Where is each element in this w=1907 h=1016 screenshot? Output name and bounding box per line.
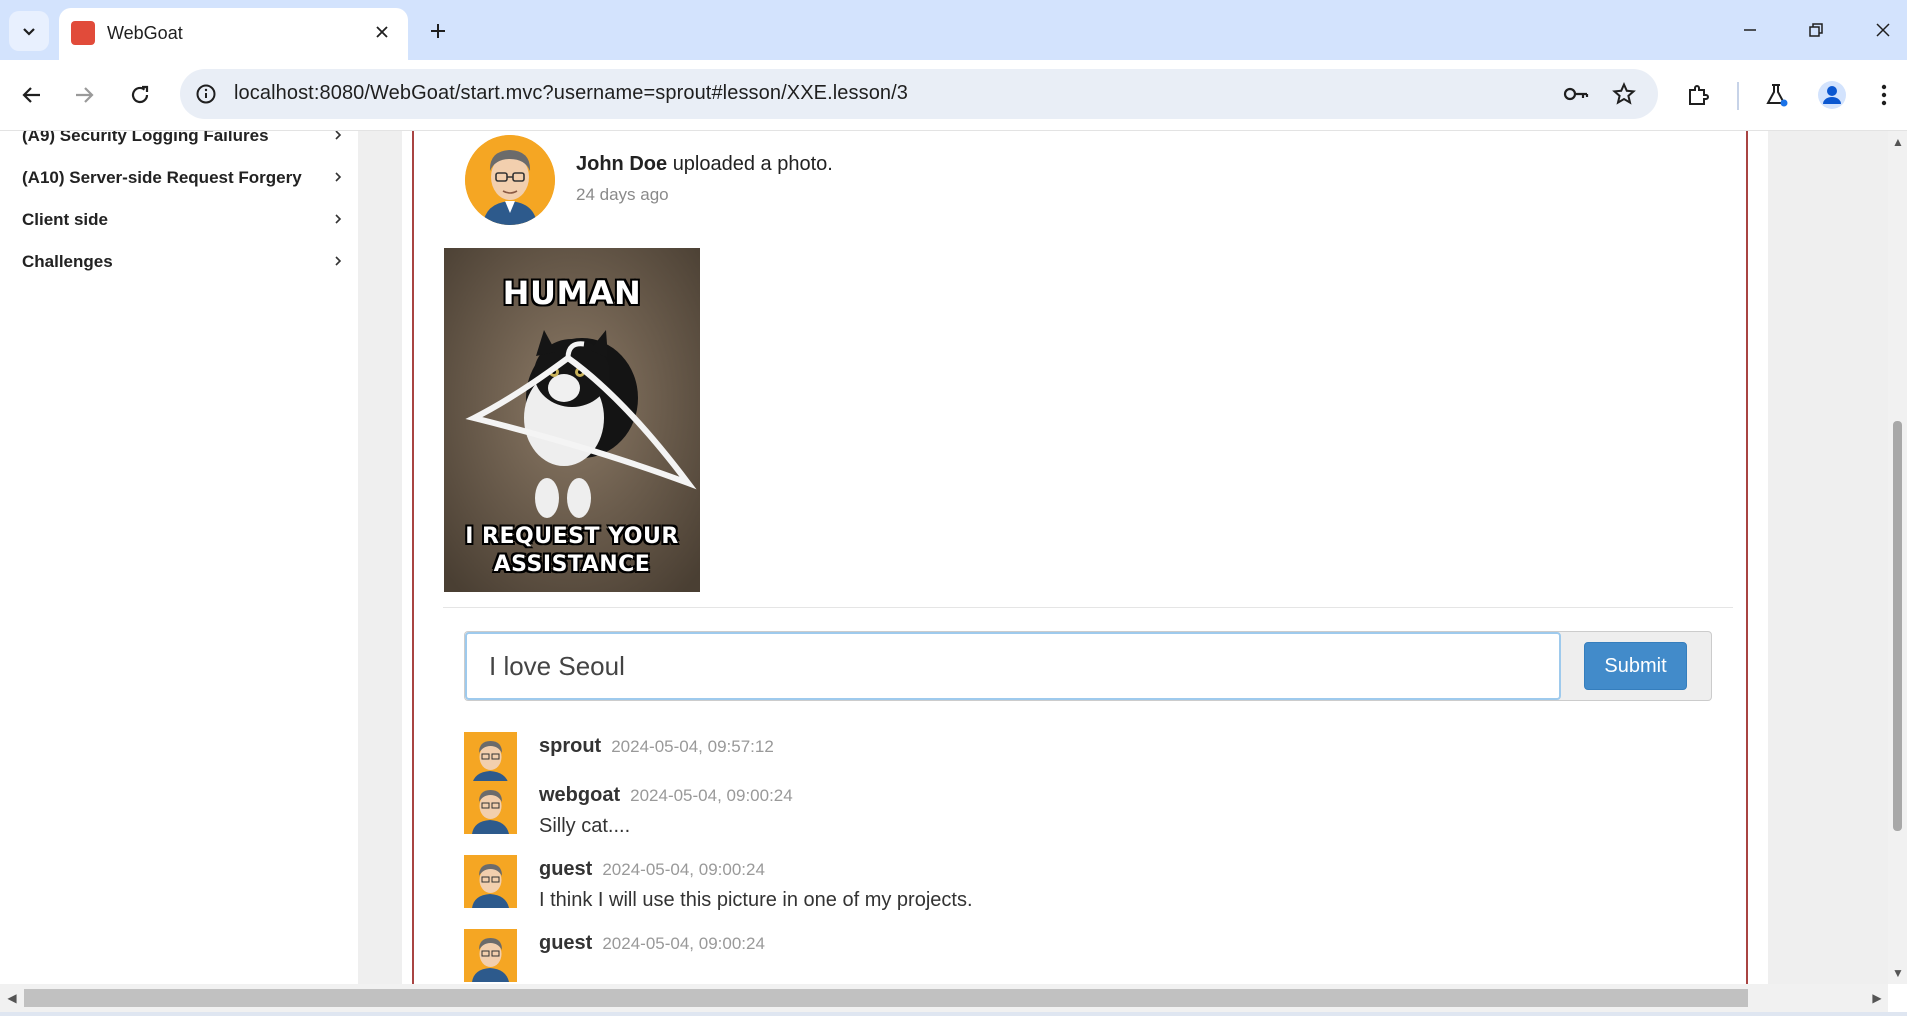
puzzle-icon [1689, 85, 1709, 105]
scroll-down-icon[interactable]: ▼ [1891, 966, 1905, 980]
chevron-right-icon [335, 172, 342, 182]
cat-photo: HUMAN I REQUEST YOUR ASSISTANCE [444, 248, 700, 592]
reload-button[interactable] [120, 75, 160, 115]
lesson-content: John Doe uploaded a photo. 24 days ago H… [402, 131, 1768, 984]
comment-avatar [464, 929, 517, 982]
tab-search-button[interactable] [9, 11, 49, 51]
comment-header: sprout 2024-05-04, 09:57:12 [539, 735, 774, 758]
comment-header: guest 2024-05-04, 09:00:24 [539, 932, 765, 955]
sidebar-item-client-side[interactable]: Client side [22, 201, 352, 241]
photo-caption-bottom-line: ASSISTANCE [493, 552, 651, 577]
avatar-icon [1818, 81, 1846, 109]
tab-close-button[interactable] [370, 20, 394, 44]
photo-caption-top: HUMAN [502, 274, 642, 312]
vertical-scrollbar[interactable]: ▲ ▼ [1888, 131, 1907, 984]
comment-date: 2024-05-04, 09:00:24 [602, 860, 765, 879]
lesson-border [412, 131, 414, 984]
comment-form: Submit [464, 631, 1712, 701]
labs-button[interactable] [1756, 75, 1796, 115]
new-tab-button[interactable] [420, 15, 456, 47]
sidebar-item-a10[interactable]: (A10) Server-side Request Forgery [22, 159, 352, 199]
toolbar-separator [1737, 82, 1739, 110]
browser-toolbar: localhost:8080/WebGoat/start.mvc?usernam… [0, 60, 1907, 131]
author-avatar [465, 135, 555, 225]
close-icon [376, 26, 388, 38]
sidebar-item-label: Client side [22, 210, 108, 229]
comment-text: I think I will use this picture in one o… [539, 889, 973, 911]
arrow-right-icon [76, 87, 94, 103]
scroll-right-icon[interactable]: ▶ [1870, 991, 1884, 1005]
comment-date: 2024-05-04, 09:57:12 [611, 737, 774, 756]
comment-username: guest [539, 858, 593, 880]
horizontal-scrollbar[interactable]: ◀ ▶ [0, 984, 1888, 1012]
webgoat-favicon-icon [71, 21, 95, 45]
address-bar[interactable]: localhost:8080/WebGoat/start.mvc?usernam… [180, 69, 1658, 119]
comment-date: 2024-05-04, 09:00:24 [630, 786, 793, 805]
photo-caption-bottom-line: I REQUEST YOUR [465, 524, 679, 549]
scroll-up-icon[interactable]: ▲ [1891, 135, 1905, 149]
sidebar-item-label: (A9) Security Logging Failures [22, 131, 269, 145]
scroll-left-icon[interactable]: ◀ [5, 991, 19, 1005]
lesson-border [1746, 131, 1748, 984]
forward-button[interactable] [64, 75, 104, 115]
comment-username: sprout [539, 735, 602, 757]
photo-post: John Doe uploaded a photo. 24 days ago H… [443, 131, 1733, 984]
chevron-right-icon [335, 214, 342, 224]
comment-username: guest [539, 932, 593, 954]
comment-avatar [464, 781, 517, 834]
comment-avatar [464, 732, 517, 785]
sidebar-item-label: (A10) Server-side Request Forgery [22, 168, 302, 187]
plus-icon [431, 24, 445, 38]
post-action: uploaded a photo. [672, 153, 833, 175]
left-gutter [358, 131, 402, 984]
chevron-right-icon [335, 131, 342, 140]
tab-title: WebGoat [107, 23, 183, 43]
back-button[interactable] [12, 75, 52, 115]
chevron-right-icon [335, 256, 342, 266]
chevron-down-icon [23, 28, 35, 36]
comment-avatar [464, 855, 517, 908]
sidebar-item-label: Challenges [22, 252, 113, 271]
bookmark-star-icon[interactable] [1608, 78, 1640, 110]
post-author-name[interactable]: John Doe [576, 153, 667, 175]
horizontal-scroll-thumb[interactable] [24, 989, 1748, 1007]
comment-header: webgoat 2024-05-04, 09:00:24 [539, 784, 793, 807]
post-author-line: John Doe uploaded a photo. [576, 153, 833, 176]
window-bottom-edge [0, 1012, 1907, 1016]
close-icon [1876, 23, 1890, 37]
lesson-sidebar: (A9) Security Logging Failures (A10) Ser… [0, 131, 358, 984]
profile-button[interactable] [1812, 75, 1852, 115]
comment-username: webgoat [539, 784, 621, 806]
more-vertical-icon [1881, 84, 1887, 106]
post-timestamp: 24 days ago [576, 185, 669, 204]
page-viewport: (A9) Security Logging Failures (A10) Ser… [0, 131, 1888, 984]
extensions-button[interactable] [1678, 75, 1718, 115]
minimize-icon [1744, 29, 1756, 31]
url-text[interactable]: localhost:8080/WebGoat/start.mvc?usernam… [234, 82, 908, 105]
restore-icon [1809, 23, 1823, 37]
active-tab[interactable]: WebGoat [59, 8, 408, 60]
photo-caption-bottom: I REQUEST YOUR ASSISTANCE [444, 523, 700, 579]
password-key-icon[interactable] [1560, 78, 1592, 110]
post-divider [443, 607, 1733, 608]
right-gutter [1768, 131, 1888, 984]
close-window-button[interactable] [1863, 12, 1903, 48]
comment-input[interactable] [465, 632, 1561, 700]
flask-icon [1766, 84, 1788, 107]
arrow-left-icon [22, 87, 40, 103]
tab-strip: WebGoat [0, 0, 1907, 60]
sidebar-item-challenges[interactable]: Challenges [22, 243, 352, 283]
site-info-icon[interactable] [190, 78, 222, 110]
comment-date: 2024-05-04, 09:00:24 [602, 934, 765, 953]
comment-text: Silly cat.... [539, 815, 631, 837]
sidebar-item-a9[interactable]: (A9) Security Logging Failures [22, 131, 352, 157]
comment-header: guest 2024-05-04, 09:00:24 [539, 858, 765, 881]
submit-button[interactable]: Submit [1584, 642, 1687, 690]
vertical-scroll-thumb[interactable] [1893, 421, 1902, 831]
minimize-button[interactable] [1730, 12, 1770, 48]
reload-icon [131, 85, 149, 104]
menu-button[interactable] [1864, 75, 1904, 115]
restore-button[interactable] [1796, 12, 1836, 48]
